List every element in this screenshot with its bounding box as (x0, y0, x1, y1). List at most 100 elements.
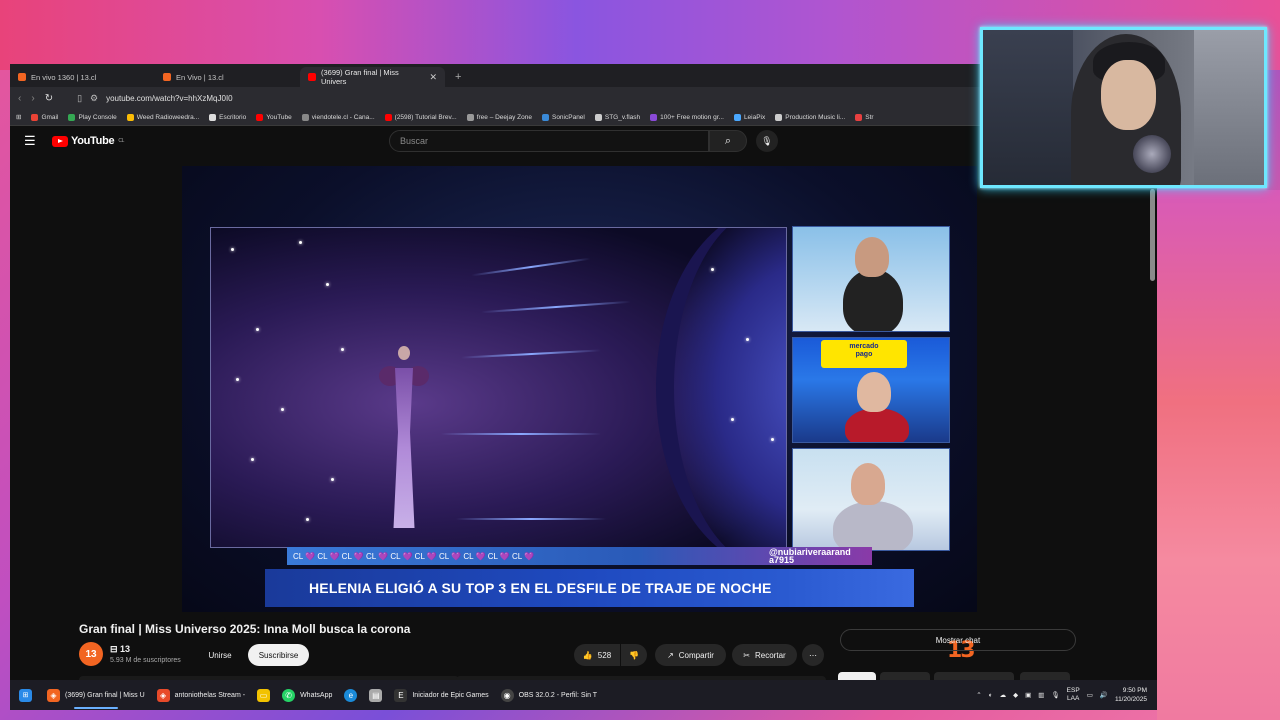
bookmark-item[interactable]: (2598) Tutorial Brev... (384, 113, 457, 121)
more-actions-button[interactable]: ⋯ (802, 644, 824, 666)
tab-favicon-icon (163, 73, 171, 81)
youtube-play-icon (52, 135, 68, 147)
volume-icon[interactable]: 🔊 (1100, 691, 1108, 699)
search-input[interactable]: Buscar (389, 130, 709, 152)
gown-body (393, 368, 415, 528)
bookmark-item[interactable]: YouTube (256, 113, 292, 121)
host-person (833, 501, 913, 550)
streamer-microphone (1133, 135, 1171, 173)
more-icon: ⋯ (809, 650, 817, 660)
browser-tab[interactable]: En vivo 1360 | 13.cl (10, 67, 155, 87)
bookmark-item[interactable]: Str (855, 113, 874, 121)
taskbar-item[interactable]: ▭ (251, 680, 276, 710)
bookmark-item[interactable]: SonicPanel (541, 113, 585, 121)
bookmark-favicon-icon (209, 113, 217, 121)
bookmark-item[interactable]: viendotele.cl - Cana... (301, 113, 375, 121)
channel-avatar[interactable]: 13 (79, 642, 103, 666)
like-button[interactable]: 👍 528 (574, 644, 620, 666)
bookmark-icon[interactable]: ▯ (77, 93, 82, 104)
dislike-button[interactable]: 👎 (621, 644, 647, 666)
menu-icon[interactable]: ☰ (24, 133, 42, 149)
bookmark-item[interactable]: Gmail (31, 113, 58, 121)
forward-icon[interactable]: › (31, 93, 34, 104)
tray-app-icon[interactable]: ▥ (1038, 691, 1044, 699)
bookmark-item[interactable]: Production Music li... (775, 113, 846, 121)
clock-time: 9:50 PM (1122, 687, 1147, 694)
browser-tab[interactable]: En Vivo | 13.cl (155, 67, 300, 87)
clip-button[interactable]: ✂ Recortar (732, 644, 797, 666)
share-button[interactable]: ↗ Compartir (655, 644, 726, 666)
taskbar-item[interactable]: e (338, 680, 363, 710)
tray-overflow-icon[interactable]: ⌃ (976, 691, 981, 699)
language-indicator[interactable]: ESP LAA (1067, 687, 1080, 703)
start-button[interactable]: ⊞ (10, 680, 41, 710)
microphone-tray-icon[interactable]: 🎙 (1051, 691, 1059, 699)
address-bar[interactable]: ▯ ⚙ youtube.com/watch?v=hhXzMqJ0I0 (63, 89, 1077, 107)
microphone-icon: 🎙 (761, 135, 773, 146)
join-button[interactable]: Unirse (201, 644, 239, 666)
page-scrollbar[interactable] (1148, 185, 1157, 680)
reload-icon[interactable]: ↻ (45, 93, 53, 104)
bookmark-favicon-icon (126, 113, 134, 121)
discord-icon[interactable]: ◐ (989, 692, 993, 699)
clock[interactable]: 9:50 PM 11/20/2025 (1115, 686, 1147, 704)
scissors-icon: ✂ (743, 650, 750, 660)
cloud-icon[interactable]: ☁ (1000, 691, 1007, 699)
close-tab-icon[interactable]: ✕ (429, 72, 437, 83)
bookmark-label: Production Music li... (785, 113, 846, 121)
taskbar-item[interactable]: ▤ (363, 680, 388, 710)
browser-tab-active[interactable]: (3699) Gran final | Miss Univers ✕ (300, 67, 445, 87)
country-code: CL (118, 138, 125, 144)
taskbar-item[interactable]: ◈ antoniothelas Stream - (151, 680, 251, 710)
handle-line-2: a7915 (769, 555, 795, 565)
sparkle (341, 348, 344, 351)
bookmark-item[interactable]: STG_v.flash (594, 113, 640, 121)
bookmark-item[interactable]: LeiaPix (733, 113, 765, 121)
sponsor-logo: mercado pago (821, 340, 907, 368)
chip-peek (880, 672, 930, 680)
tray-app-icon[interactable]: ◆ (1013, 691, 1018, 699)
taskbar-label: WhatsApp (300, 691, 333, 699)
tray-app-icon[interactable]: ▣ (1025, 691, 1031, 699)
bookmark-item[interactable]: Escritorio (209, 113, 246, 121)
tab-title: En Vivo | 13.cl (176, 72, 224, 82)
bookmark-item[interactable]: free – Deejay Zone (466, 113, 532, 121)
host-face (857, 372, 891, 412)
sponsor-top: mercado (849, 343, 879, 350)
bookmark-favicon-icon (384, 113, 392, 121)
taskbar-item[interactable]: ✆ WhatsApp (276, 680, 338, 710)
taskbar-item[interactable]: ◉ OBS 32.0.2 - Perfil: Sin T (495, 680, 603, 710)
clock-date: 11/20/2025 (1114, 696, 1147, 703)
bookmark-favicon-icon (733, 113, 741, 121)
video-player[interactable]: mercado pago CL 💜 CL 💜 CL 💜 CL 💜 CL 💜 CL… (182, 166, 977, 612)
taskbar-item[interactable]: E Iniciador de Epic Games (388, 680, 494, 710)
scrollbar-thumb[interactable] (1150, 189, 1155, 281)
bookmark-item[interactable]: Weed Radioweedra... (126, 113, 199, 121)
sparkle (231, 248, 234, 251)
host-feed-3 (792, 448, 950, 551)
windows-icon: ⊞ (19, 688, 32, 702)
taskbar-item[interactable]: ◈ (3699) Gran final | Miss U (41, 680, 151, 710)
search-button[interactable]: ⌕ (709, 130, 747, 152)
lower-third-caption: HELENIA ELIGIÓ A SU TOP 3 EN EL DESFILE … (265, 569, 914, 607)
bookmark-label: free – Deejay Zone (476, 113, 532, 121)
clip-label: Recortar (755, 650, 786, 660)
file-explorer-icon: ▤ (369, 688, 383, 702)
stage-beam (461, 349, 601, 359)
obs-icon: ◉ (500, 688, 514, 702)
youtube-logo[interactable]: YouTube CL (52, 135, 124, 147)
bookmark-item[interactable]: 100+ Free motion gr... (650, 113, 724, 121)
site-info-icon[interactable]: ⚙ (90, 93, 98, 104)
back-icon[interactable]: ‹ (18, 93, 21, 104)
voice-search-button[interactable]: 🎙 (756, 130, 778, 152)
bookmark-favicon-icon (855, 113, 863, 121)
bookmark-item[interactable]: Play Console (68, 113, 117, 121)
apps-icon[interactable]: ⊞ (16, 113, 21, 121)
channel-name[interactable]: ⊟ 13 (110, 644, 130, 655)
video-title: Gran final | Miss Universo 2025: Inna Mo… (79, 622, 411, 636)
new-tab-button[interactable]: + (445, 67, 471, 87)
show-chat-button[interactable]: Mostrar chat (840, 629, 1076, 651)
subscribe-button[interactable]: Suscribirse (248, 644, 309, 666)
network-icon[interactable]: ▭ (1087, 691, 1093, 699)
tab-favicon-icon (18, 73, 26, 81)
